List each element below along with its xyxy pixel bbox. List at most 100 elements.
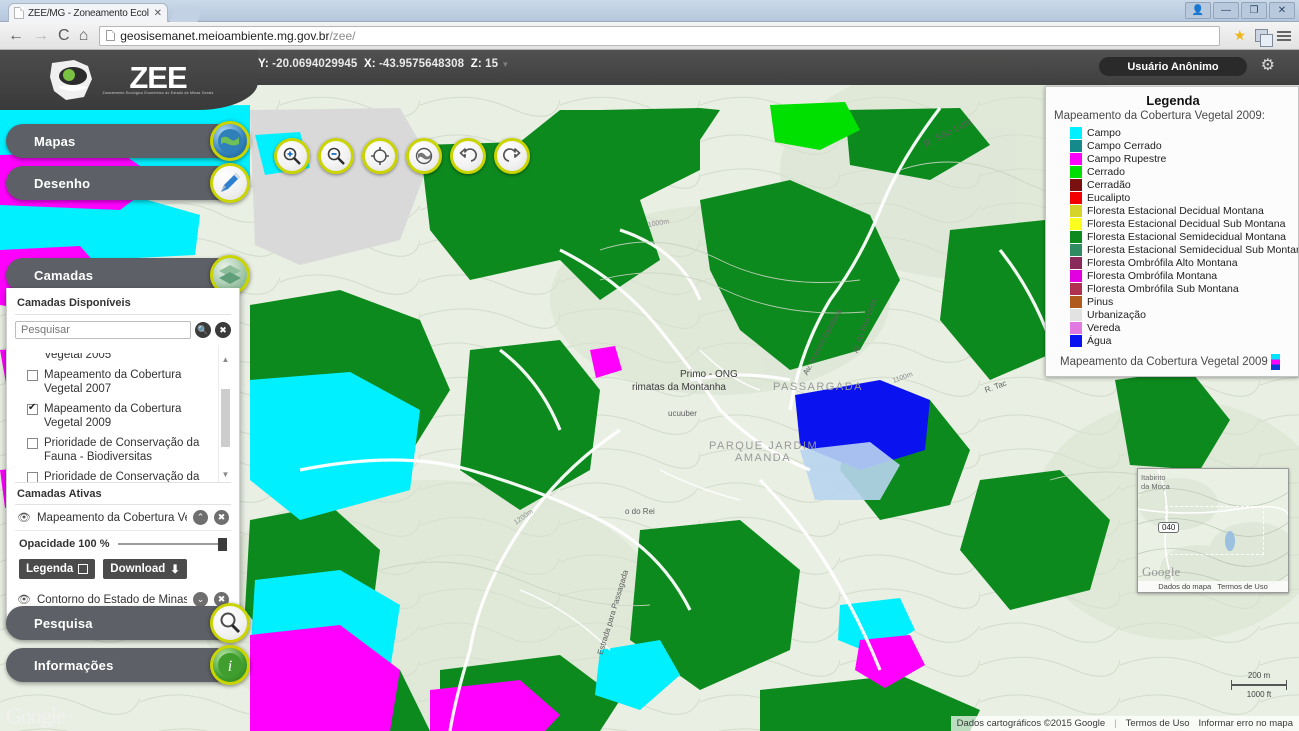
download-button-label: Download bbox=[110, 563, 166, 575]
redo-navigation-tool[interactable] bbox=[494, 138, 530, 174]
layer-checkbox[interactable] bbox=[27, 370, 38, 381]
map-scalebar: 200 m 1000 ft bbox=[1231, 671, 1287, 699]
legenda-button[interactable]: Legenda bbox=[19, 559, 96, 579]
download-button[interactable]: Download ⬇ bbox=[103, 559, 187, 579]
expand-layer-icon[interactable]: ⌄ bbox=[193, 592, 208, 607]
legend-item-label: Floresta Estacional Decidual Sub Montana bbox=[1087, 217, 1286, 230]
address-bar-url: geosisemanet.meioambiente.mg.gov.br/zee/ bbox=[120, 28, 356, 43]
undo-navigation-tool[interactable] bbox=[450, 138, 486, 174]
magnifier-icon[interactable] bbox=[210, 603, 250, 643]
clear-search-icon[interactable]: ✖ bbox=[215, 322, 231, 338]
layer-list-item[interactable]: Prioridade de Conservação da Fauna - Bio… bbox=[15, 433, 215, 467]
legend-item-label: Floresta Estacional Semidecidual Montana bbox=[1087, 230, 1287, 243]
legend-color-swatch bbox=[1070, 295, 1082, 308]
legend-item-label: Campo Cerrado bbox=[1087, 139, 1162, 152]
sidebar-item-pesquisa[interactable]: Pesquisa bbox=[6, 603, 250, 643]
legend-item: Floresta Ombrófila Sub Montana bbox=[1054, 282, 1292, 296]
info-icon[interactable]: i bbox=[210, 645, 250, 685]
terms-of-use-link[interactable]: Termos de Uso bbox=[1126, 718, 1190, 729]
slider-knob[interactable] bbox=[218, 538, 227, 551]
scroll-down-icon[interactable]: ▼ bbox=[221, 470, 230, 479]
chevron-down-icon[interactable]: ▼ bbox=[501, 60, 509, 69]
layer-checkbox[interactable] bbox=[27, 438, 38, 449]
layer-list-item[interactable]: Mapeamento da Cobertura Vegetal 2007 bbox=[15, 365, 215, 399]
opacity-control[interactable]: Opacidade 100 % bbox=[15, 531, 231, 555]
globe-icon[interactable] bbox=[210, 121, 250, 161]
legend-item: Campo Cerrado bbox=[1054, 139, 1292, 153]
scrollbar-thumb[interactable] bbox=[221, 389, 230, 447]
sidebar-item-label: Desenho bbox=[34, 175, 91, 191]
pencil-icon[interactable] bbox=[210, 163, 250, 203]
full-extent-globe-tool[interactable] bbox=[406, 138, 442, 174]
browser-tab[interactable]: ZEE/MG - Zoneamento Ecol ✕ bbox=[8, 3, 168, 22]
search-icon[interactable]: 🔍 bbox=[195, 322, 211, 338]
legend-color-swatch bbox=[1070, 230, 1082, 243]
sidebar-item-camadas[interactable]: Camadas bbox=[6, 255, 250, 295]
legend-footer-swatch bbox=[1270, 353, 1280, 370]
address-bar[interactable]: geosisemanet.meioambiente.mg.gov.br/zee/ bbox=[99, 25, 1221, 46]
legend-color-swatch bbox=[1070, 243, 1082, 256]
sidebar-item-desenho[interactable]: Desenho bbox=[6, 163, 250, 203]
minimap-attribution: Dados do mapa Termos de Uso bbox=[1138, 581, 1288, 592]
opacity-slider[interactable] bbox=[117, 538, 227, 551]
minimap[interactable]: Itabirito da Moça 040 Google Dados do map… bbox=[1137, 468, 1289, 593]
legend-color-swatch bbox=[1070, 152, 1082, 165]
layer-list-scrollbar[interactable]: ▲ ▼ bbox=[218, 345, 231, 482]
extension-icon[interactable] bbox=[1255, 29, 1273, 47]
window-close-button[interactable]: ✕ bbox=[1269, 2, 1295, 19]
zoom-out-tool[interactable] bbox=[318, 138, 354, 174]
layer-list-item[interactable]: Mapeamento da Cobertura Vegetal 2009 bbox=[15, 399, 215, 433]
window-restore-button[interactable]: ❐ bbox=[1241, 2, 1267, 19]
search-input[interactable] bbox=[15, 321, 191, 339]
map-viewport[interactable]: R. São Luís Primo - ONG rimatas da Montanh… bbox=[0, 50, 1299, 731]
layer-search-row: 🔍 ✖ bbox=[15, 315, 231, 343]
browser-toolbar: ← → C ⌂ geosisemanet.meioambiente.mg.gov… bbox=[0, 22, 1299, 50]
camadas-panel: Camadas Disponíveis 🔍 ✖ Mapeamento da Co… bbox=[6, 288, 240, 630]
sidebar-item-label: Informações bbox=[34, 657, 114, 673]
layer-checkbox[interactable] bbox=[27, 402, 38, 415]
legend-color-swatch bbox=[1070, 139, 1082, 152]
legend-color-swatch bbox=[1070, 269, 1082, 282]
user-profile-icon[interactable]: 👤 bbox=[1185, 2, 1211, 19]
reload-icon[interactable]: C bbox=[58, 27, 70, 44]
minimap-attr-terms[interactable]: Termos de Uso bbox=[1217, 582, 1267, 591]
collapse-layer-icon[interactable]: ⌃ bbox=[193, 510, 208, 525]
report-error-link[interactable]: Informar erro no mapa bbox=[1198, 718, 1293, 729]
user-menu-button[interactable]: Usuário Anônimo bbox=[1099, 57, 1247, 76]
scroll-up-icon[interactable]: ▲ bbox=[221, 355, 230, 364]
legend-item: Campo bbox=[1054, 126, 1292, 140]
gear-icon[interactable]: ⚙ bbox=[1261, 58, 1275, 74]
layer-checkbox[interactable] bbox=[27, 472, 38, 482]
legend-item-label: Cerradão bbox=[1087, 178, 1131, 191]
window-controls: 👤 — ❐ ✕ bbox=[1185, 2, 1295, 19]
home-icon[interactable]: ⌂ bbox=[79, 27, 89, 44]
layer-list-item[interactable]: Prioridade de Conservação da Flora - Bio… bbox=[15, 467, 215, 482]
legend-item: Floresta Estacional Decidual Sub Montana bbox=[1054, 217, 1292, 231]
zoom-in-tool[interactable] bbox=[274, 138, 310, 174]
sidebar-item-label: Mapas bbox=[34, 133, 76, 149]
window-minimize-button[interactable]: — bbox=[1213, 2, 1239, 19]
sidebar-item-mapas[interactable]: Mapas bbox=[6, 121, 250, 161]
new-tab-button[interactable] bbox=[169, 6, 203, 22]
legend-panel[interactable]: Legenda Mapeamento da Cobertura Vegetal … bbox=[1045, 86, 1299, 377]
visibility-eye-icon[interactable]: 👁 bbox=[17, 593, 31, 606]
tab-title: ZEE/MG - Zoneamento Ecol bbox=[28, 7, 149, 19]
back-icon[interactable]: ← bbox=[8, 27, 24, 44]
legend-icon bbox=[78, 564, 89, 574]
bookmark-star-icon[interactable]: ★ bbox=[1233, 27, 1246, 44]
minimap-viewport-rect[interactable] bbox=[1165, 505, 1264, 556]
zoom-to-extent-tool[interactable] bbox=[362, 138, 398, 174]
forward-icon[interactable]: → bbox=[33, 27, 49, 44]
visibility-eye-icon[interactable]: 👁 bbox=[17, 511, 31, 524]
available-layers-list[interactable]: Mapeamento da Cobertura Vegetal 2005 Map… bbox=[15, 345, 231, 483]
tab-close-icon[interactable]: ✕ bbox=[154, 8, 162, 19]
remove-layer-icon[interactable]: ✖ bbox=[214, 510, 229, 525]
sidebar-item-informacoes[interactable]: Informações i bbox=[6, 645, 250, 685]
page-info-icon bbox=[106, 30, 116, 41]
active-layer-name: Mapeamento da Cobertura Vegetal 20 bbox=[36, 511, 187, 524]
active-layer-row[interactable]: 👁 Mapeamento da Cobertura Vegetal 20 ⌃ ✖ bbox=[15, 505, 231, 531]
legend-color-swatch bbox=[1070, 204, 1082, 217]
chrome-menu-icon[interactable] bbox=[1277, 30, 1291, 41]
list-top-clip bbox=[15, 345, 231, 353]
legend-item-label: Floresta Ombrófila Montana bbox=[1087, 269, 1218, 282]
